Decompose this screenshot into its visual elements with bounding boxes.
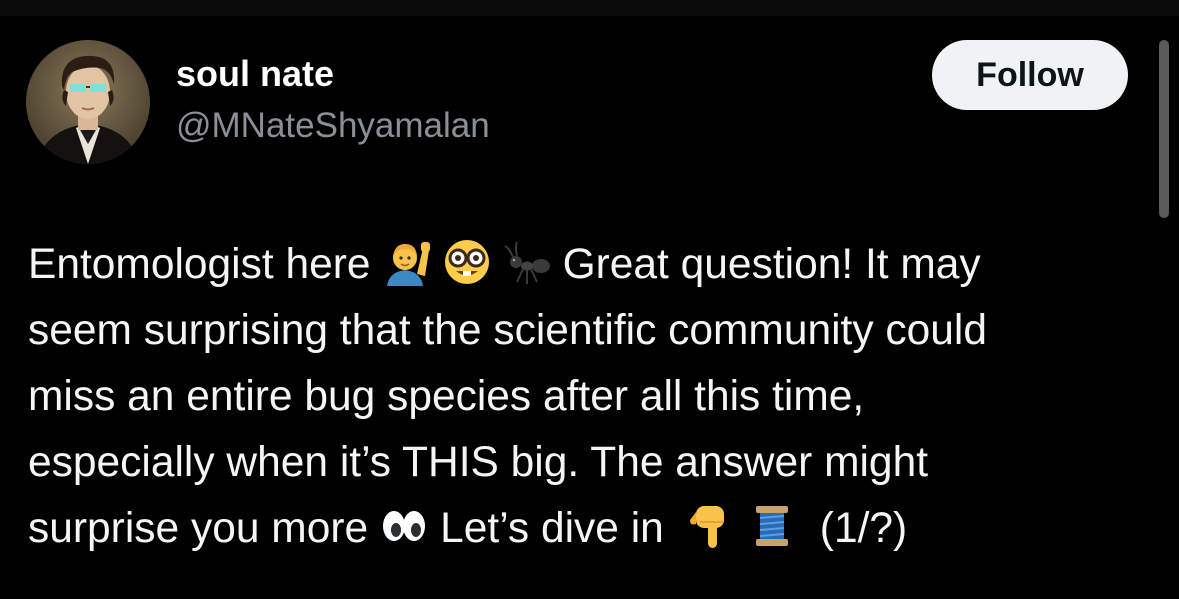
tweet-text: Entomologist here Great question! It may… (28, 232, 1153, 562)
tweet-text-segment: surprise you more (28, 505, 369, 552)
tweet-text-segment: Great question! It may (562, 241, 981, 288)
scrollbar-thumb[interactable] (1159, 40, 1169, 218)
tweet-line: Entomologist here Great question! It may (28, 232, 1153, 298)
tweet-text-segment: (1/?) (819, 505, 908, 552)
ant-icon (503, 238, 551, 286)
eyes-icon (380, 502, 428, 550)
thread-spool-icon (748, 502, 796, 550)
follow-button[interactable]: Follow (932, 40, 1128, 110)
person-raising-hand-icon (383, 238, 431, 286)
tweet-text-segment: Let’s dive in (440, 505, 664, 552)
backhand-index-pointing-down-icon (688, 502, 736, 550)
tweet-line: surprise you more Let’s dive in (1/?) (28, 496, 1153, 562)
tweet-line: miss an entire bug species after all thi… (28, 373, 865, 420)
nerd-face-icon (443, 238, 491, 286)
author-handle[interactable]: @MNateShyamalan (176, 104, 490, 148)
top-strip (0, 0, 1179, 16)
avatar[interactable] (26, 40, 150, 164)
tweet-line: especially when it’s THIS big. The answe… (28, 439, 929, 486)
tweet-text-segment: Entomologist here (28, 241, 371, 288)
author-display-name[interactable]: soul nate (176, 52, 334, 96)
tweet-line: seem surprising that the scientific comm… (28, 307, 988, 354)
